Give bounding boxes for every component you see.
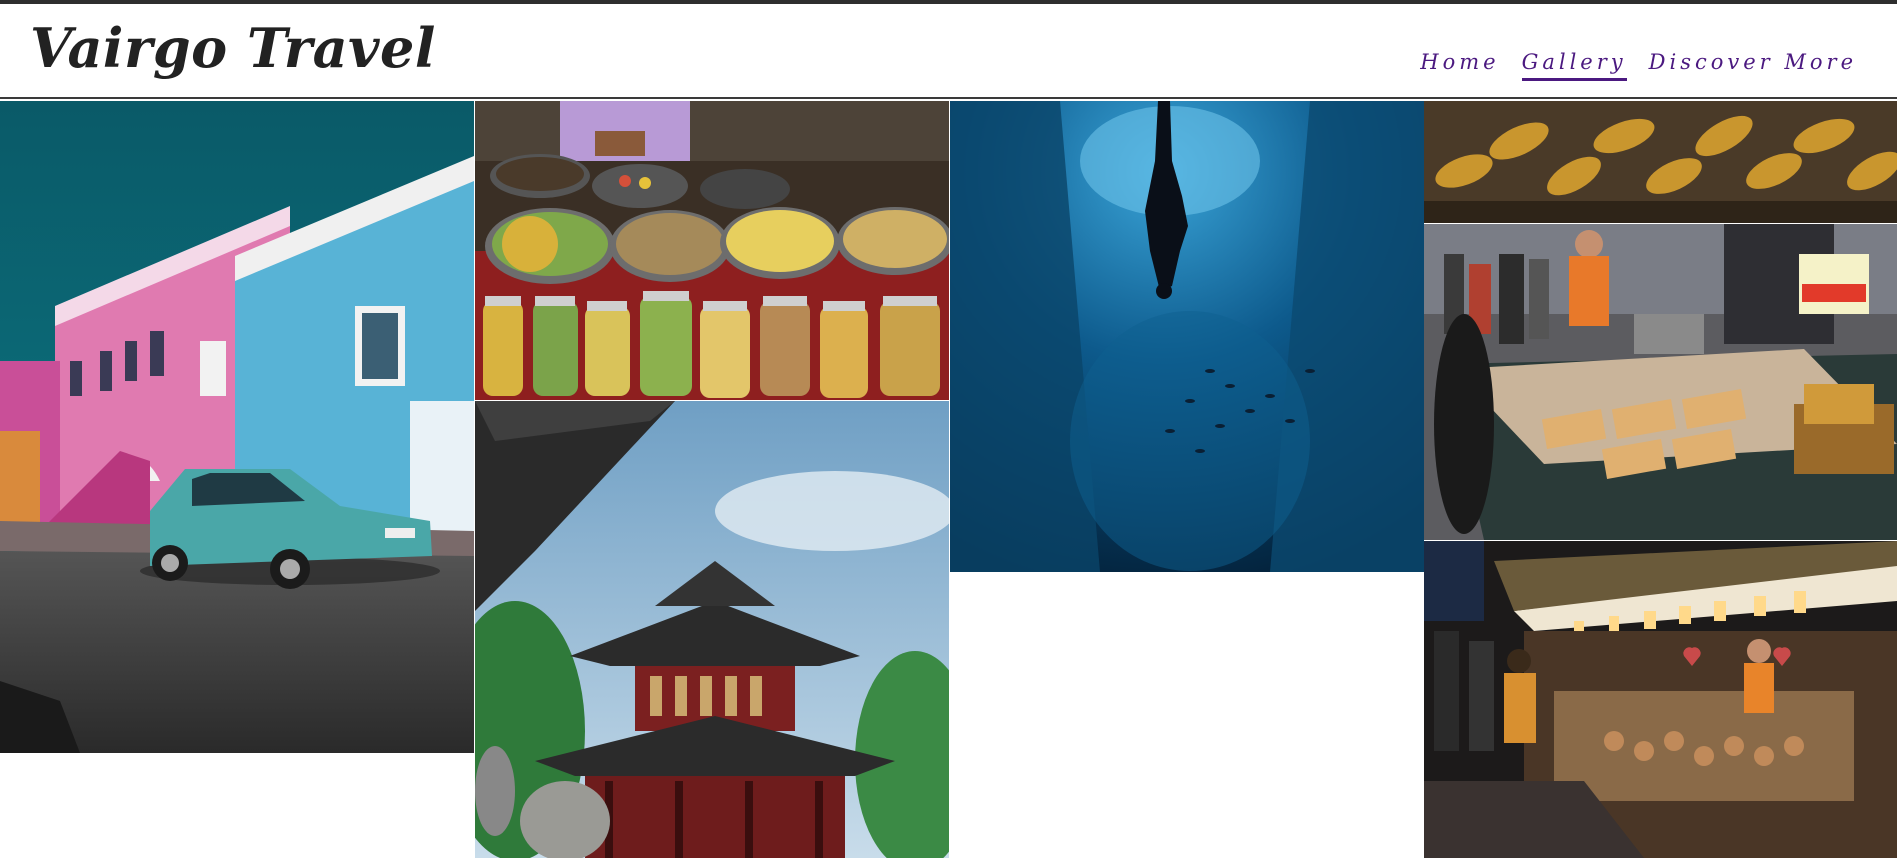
photo-colorful-houses[interactable] bbox=[0, 101, 474, 753]
nav-home-link[interactable]: Home bbox=[1420, 50, 1499, 81]
brand-logo[interactable]: Vairgo Travel bbox=[30, 16, 436, 80]
photo-freediver[interactable] bbox=[950, 101, 1424, 572]
photo-pagoda[interactable] bbox=[475, 401, 949, 858]
nav-discover-more-link[interactable]: Discover More bbox=[1649, 50, 1857, 81]
photo-spice-market[interactable] bbox=[475, 101, 949, 400]
main-nav: Home Gallery Discover More bbox=[1420, 50, 1857, 81]
photo-street-food-stall[interactable] bbox=[1424, 224, 1897, 540]
site-header: Vairgo Travel Home Gallery Discover More bbox=[0, 4, 1897, 99]
nav-gallery-link[interactable]: Gallery bbox=[1521, 50, 1627, 81]
photo-gallery bbox=[0, 101, 1897, 858]
photo-night-market[interactable] bbox=[1424, 541, 1897, 858]
photo-corn-cobs[interactable] bbox=[1424, 101, 1897, 223]
